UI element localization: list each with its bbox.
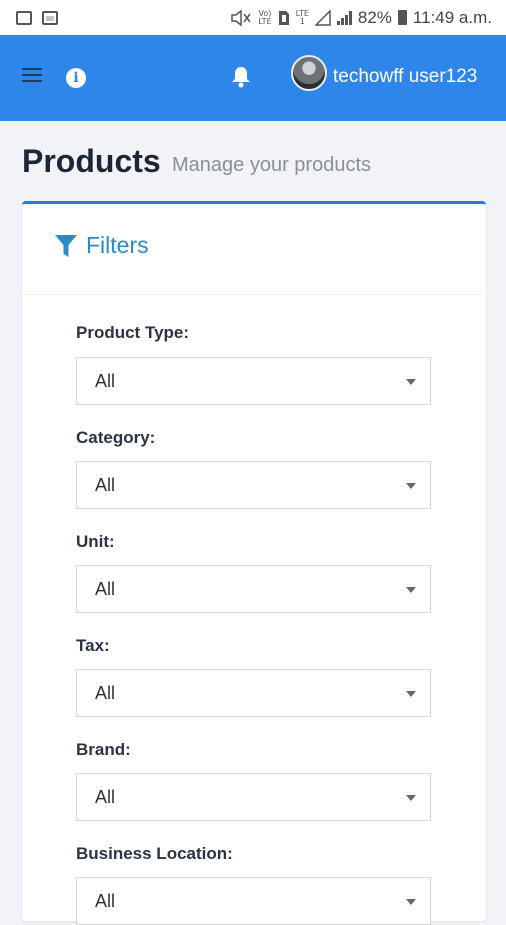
filters-card: Filters Product Type: All Category: All … [22,201,486,925]
signal-icon [336,10,352,25]
signal-outline-icon [314,9,331,26]
battery-percent: 82% [357,7,392,27]
filter-icon [55,234,77,257]
category-select[interactable]: All [76,461,431,509]
product-type-select[interactable]: All [76,357,431,405]
product-type-label: Product Type: [76,323,190,342]
sim-icon [278,10,289,25]
filters-toggle[interactable]: Filters [54,232,149,259]
volte-bottom: LTE [258,16,272,26]
tax-select[interactable]: All [76,669,431,717]
page-subtitle: Manage your products [172,154,372,176]
clock: 11:49 a.m. [412,7,492,27]
status-bar: Vo) LTE LTE 1 82% 11:49 a.m. [0,0,506,35]
chevron-down-icon [406,379,416,385]
brand-label: Brand: [76,740,131,759]
filters-heading: Filters [86,232,149,258]
tax-label: Tax: [76,636,110,655]
chevron-down-icon [406,483,416,489]
chevron-down-icon [406,587,416,593]
divider [22,294,486,295]
product-type-value: All [95,371,116,391]
unit-select[interactable]: All [76,565,431,613]
business-location-select[interactable]: All [76,877,431,925]
business-location-label: Business Location: [76,844,233,863]
tax-value: All [95,683,116,703]
avatar[interactable] [291,55,327,91]
battery-icon [397,10,407,25]
chevron-down-icon [406,691,416,697]
username[interactable]: techowff user123 [333,66,477,88]
status-right: Vo) LTE LTE 1 82% 11:49 a.m. [230,0,492,35]
notification-icon [16,10,32,25]
info-icon[interactable]: i [66,68,86,88]
volte-indicator: Vo) LTE [258,9,272,26]
mute-icon [231,9,251,26]
lte-indicator: LTE 1 [296,9,309,26]
menu-icon[interactable] [22,68,42,86]
app-bar: i techowff user123 [0,35,506,121]
category-label: Category: [76,428,156,447]
gallery-icon [42,10,58,25]
unit-label: Unit: [76,532,115,551]
brand-select[interactable]: All [76,773,431,821]
page-title: Products [22,143,161,179]
lte-bottom: 1 [299,16,305,26]
chevron-down-icon [406,795,416,801]
status-left [0,10,58,25]
category-value: All [95,475,116,495]
unit-value: All [95,579,116,599]
bell-icon[interactable] [230,65,252,89]
business-location-value: All [95,891,116,911]
brand-value: All [95,787,116,807]
